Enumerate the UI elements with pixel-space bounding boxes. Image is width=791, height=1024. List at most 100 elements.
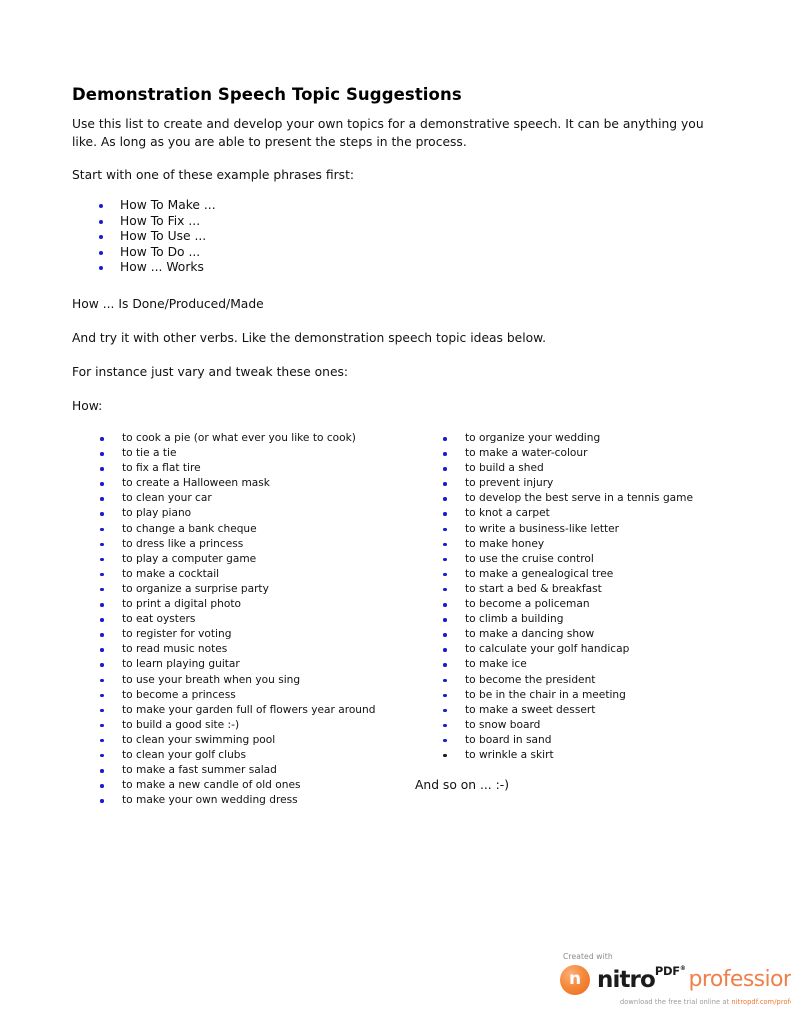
list-item: to organize your wedding	[441, 431, 693, 446]
bullet-icon	[443, 452, 447, 456]
bullet-icon	[443, 693, 447, 698]
topic-label: to change a bank cheque	[122, 522, 257, 535]
bullet-icon	[100, 723, 104, 728]
topic-label: to make honey	[465, 537, 545, 550]
list-item: to calculate your golf handicap	[441, 642, 693, 657]
bullet-icon	[100, 784, 104, 788]
topic-label: to develop the best serve in a tennis ga…	[465, 492, 693, 505]
bullet-icon	[443, 512, 447, 516]
topic-label: to make a fast summer salad	[122, 764, 277, 777]
bullet-icon	[100, 437, 104, 441]
list-item: How To Do ...	[72, 245, 216, 261]
list-item: to make honey	[441, 537, 693, 552]
topic-label: to use your breath when you sing	[122, 673, 301, 686]
bullet-icon	[443, 587, 447, 592]
nitro-circle-icon: n	[560, 965, 590, 995]
bullet-icon	[100, 542, 104, 547]
list-item: to tie a tie	[98, 446, 375, 461]
topic-label: to use the cruise control	[465, 552, 594, 565]
bullet-icon	[100, 648, 104, 652]
bullet-icon	[443, 753, 447, 758]
list-item: to become the president	[441, 673, 693, 688]
topic-label: to eat oysters	[122, 613, 196, 626]
list-item: to wrinkle a skirt	[441, 748, 693, 763]
list-item: to clean your golf clubs	[98, 748, 375, 763]
list-item: to make a sweet dessert	[441, 703, 693, 718]
list-item: to snow board	[441, 718, 693, 733]
bullet-icon	[100, 527, 104, 532]
brand-name-label: nitro	[597, 966, 656, 993]
topic-label: to make a water-colour	[465, 447, 588, 460]
bullet-icon	[443, 557, 447, 562]
topic-label: to clean your golf clubs	[122, 748, 247, 761]
topic-label: to clean your car	[122, 492, 212, 505]
list-item: to make a water-colour	[441, 446, 693, 461]
bullet-icon	[100, 497, 104, 501]
phrase-label: How ... Works	[120, 260, 204, 274]
bullet-icon	[443, 437, 447, 441]
list-item: to develop the best serve in a tennis ga…	[441, 491, 693, 506]
list-item: to become a policeman	[441, 597, 693, 612]
topic-label: to tie a tie	[122, 447, 177, 460]
intro-paragraph: Use this list to create and develop your…	[72, 117, 708, 149]
trial-download-line[interactable]: download the free trial online at nitrop…	[620, 998, 791, 1006]
list-item: to board in sand	[441, 733, 693, 748]
phrase-label: How To Make ...	[120, 198, 216, 212]
bullet-icon	[443, 497, 447, 501]
nitro-n-glyph: n	[568, 969, 582, 990]
topic-label: to make a cocktail	[122, 567, 220, 580]
topic-label: to build a good site :-)	[122, 718, 240, 731]
example-phrase-list: How To Make ... How To Fix ... How To Us…	[72, 198, 216, 276]
bullet-icon	[443, 603, 447, 607]
list-item: to prevent injury	[441, 476, 693, 491]
topic-label: to knot a carpet	[465, 507, 550, 520]
start-phrases-line: Start with one of these example phrases …	[72, 168, 355, 182]
list-item: to build a good site :-)	[98, 718, 375, 733]
topic-label: to create a Halloween mask	[122, 477, 270, 490]
and-so-on-label: And so on ... :-)	[415, 778, 509, 792]
topic-label: to wrinkle a skirt	[465, 748, 554, 761]
bullet-icon	[100, 799, 104, 803]
list-item: to learn playing guitar	[98, 657, 375, 672]
other-verbs-line: And try it with other verbs. Like the de…	[72, 331, 547, 345]
list-item: to cook a pie (or what ever you like to …	[98, 431, 375, 446]
topic-label: to write a business-like letter	[465, 522, 620, 535]
bullet-icon	[443, 663, 447, 667]
trial-url-link[interactable]: nitropdf.com/professional	[731, 998, 791, 1006]
bullet-icon	[443, 738, 447, 743]
list-item: to clean your car	[98, 491, 375, 506]
list-item: to change a bank cheque	[98, 522, 375, 537]
list-item: to play piano	[98, 506, 375, 521]
topic-label: to calculate your golf handicap	[465, 643, 630, 656]
bullet-icon	[99, 250, 103, 255]
list-item: to climb a building	[441, 612, 693, 627]
list-item: to start a bed & breakfast	[441, 582, 693, 597]
topic-label: to play piano	[122, 507, 192, 520]
topic-label: to climb a building	[465, 613, 564, 626]
list-item: to write a business-like letter	[441, 522, 693, 537]
brand-edition-label: professional	[688, 967, 791, 992]
topic-label: to play a computer game	[122, 552, 257, 565]
bullet-icon	[443, 648, 447, 652]
topic-label: to print a digital photo	[122, 598, 241, 611]
bullet-icon	[100, 557, 104, 562]
list-item: to organize a surprise party	[98, 582, 375, 597]
bullet-icon	[443, 527, 447, 532]
topic-label: to cook a pie (or what ever you like to …	[122, 432, 356, 444]
topic-label: to board in sand	[465, 733, 552, 746]
list-item: to become a princess	[98, 688, 375, 703]
topic-label: to make a sweet dessert	[465, 703, 596, 716]
topic-label: to be in the chair in a meeting	[465, 688, 626, 701]
nitro-logo[interactable]: n nitro PDF® professional	[560, 963, 791, 997]
topic-label: to make a genealogical tree	[465, 567, 614, 580]
list-item: to dress like a princess	[98, 537, 375, 552]
bullet-icon	[443, 572, 447, 577]
bullet-icon	[99, 219, 103, 224]
bullet-icon	[100, 512, 104, 516]
list-item: to make your own wedding dress	[98, 793, 375, 808]
list-item: to fix a flat tire	[98, 461, 375, 476]
bullet-icon	[100, 467, 104, 471]
bullet-icon	[100, 693, 104, 698]
topic-label: to become the president	[465, 673, 596, 686]
list-item: to register for voting	[98, 627, 375, 642]
